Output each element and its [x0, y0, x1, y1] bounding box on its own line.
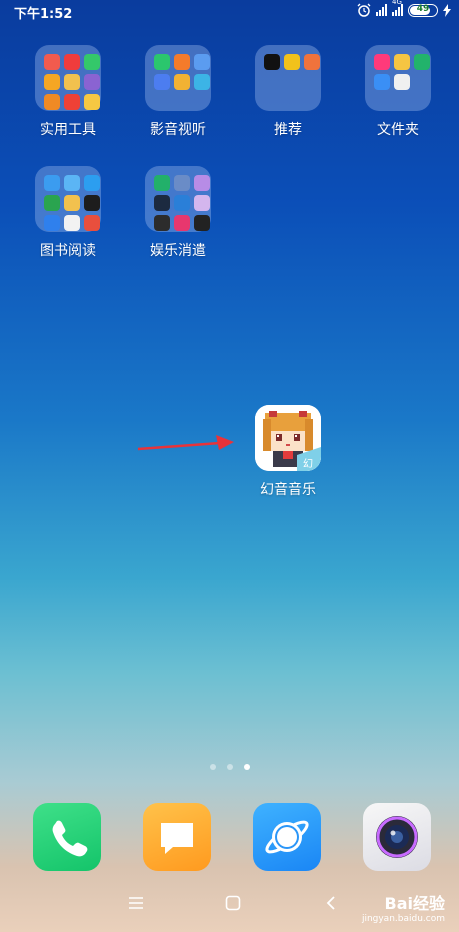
app-thumb — [154, 175, 170, 191]
app-thumb — [194, 215, 210, 231]
app-thumb — [64, 195, 80, 211]
app-thumb — [174, 74, 190, 90]
folder-media[interactable]: 影音视听 — [144, 45, 212, 139]
app-thumb — [84, 215, 100, 231]
folder-label: 影音视听 — [150, 122, 206, 138]
folder-label: 娱乐消遣 — [150, 243, 206, 259]
app-thumb — [84, 195, 100, 211]
folder-label: 图书阅读 — [40, 243, 96, 259]
app-thumb — [394, 74, 410, 90]
folder-preview — [35, 45, 101, 111]
app-thumb — [44, 54, 60, 70]
app-thumb — [44, 74, 60, 90]
browser-app[interactable] — [253, 803, 321, 871]
app-thumb — [374, 74, 390, 90]
status-icons: 4G 49 — [357, 0, 451, 17]
app-thumb — [394, 54, 410, 70]
folder-label: 文件夹 — [377, 122, 419, 138]
app-thumb — [194, 54, 210, 70]
app-label: 幻音音乐 — [260, 482, 316, 498]
messages-app[interactable] — [143, 803, 211, 871]
home-screen: 下午1:52 4G 49 实用工具 影音视听 推荐 文件夹 图书阅读 娱乐消遣 … — [0, 0, 459, 932]
app-thumb — [414, 54, 430, 70]
alarm-icon — [357, 3, 371, 17]
camera-icon — [376, 816, 418, 858]
app-thumb — [174, 175, 190, 191]
app-thumb — [64, 94, 80, 110]
watermark-url: jingyan.baidu.com — [361, 914, 445, 924]
app-thumb — [174, 54, 190, 70]
app-thumb — [194, 74, 210, 90]
app-thumb — [64, 54, 80, 70]
folder-preview — [255, 45, 321, 111]
app-thumb — [374, 54, 390, 70]
app-thumb — [44, 195, 60, 211]
menu-icon[interactable] — [128, 896, 144, 910]
app-thumb — [44, 215, 60, 231]
app-huanyin-music[interactable]: 幻 幻音音乐 — [243, 405, 333, 499]
app-thumb — [64, 215, 80, 231]
app-thumb — [264, 54, 280, 70]
folder-label: 实用工具 — [40, 122, 96, 138]
arrow-annotation-icon — [137, 435, 234, 451]
folder-files[interactable]: 文件夹 — [364, 45, 432, 139]
app-thumb — [284, 54, 300, 70]
home-icon[interactable] — [225, 895, 241, 911]
app-thumb — [64, 74, 80, 90]
app-thumb — [174, 215, 190, 231]
folder-preview — [145, 166, 211, 232]
battery-icon: 49 — [408, 3, 438, 17]
svg-text:幻: 幻 — [303, 457, 313, 470]
watermark-brand: Bai经验 — [384, 894, 445, 913]
page-indicator — [0, 764, 459, 770]
app-thumb — [44, 175, 60, 191]
app-thumb — [304, 54, 320, 70]
network-indicator: 4G — [392, 0, 403, 16]
app-thumb — [84, 175, 100, 191]
status-bar: 下午1:52 4G 49 — [0, 0, 459, 24]
network-type: 4G — [392, 0, 402, 6]
folder-reading[interactable]: 图书阅读 — [34, 166, 102, 260]
folder-utilities[interactable]: 实用工具 — [34, 45, 102, 139]
phone-app[interactable] — [33, 803, 101, 871]
back-icon[interactable] — [326, 895, 336, 911]
message-icon — [161, 823, 193, 854]
folder-preview — [35, 166, 101, 232]
page-dot-active[interactable] — [243, 764, 250, 770]
page-dot[interactable] — [226, 764, 233, 770]
app-thumb — [84, 74, 100, 90]
folder-preview — [365, 45, 431, 111]
folder-entertainment[interactable]: 娱乐消遣 — [144, 166, 212, 260]
app-thumb — [154, 74, 170, 90]
status-time: 下午1:52 — [14, 7, 73, 22]
app-thumb — [174, 195, 190, 211]
app-thumb — [44, 94, 60, 110]
app-thumb — [84, 94, 100, 110]
app-thumb — [194, 195, 210, 211]
folder-recommended[interactable]: 推荐 — [254, 45, 322, 139]
phone-icon — [52, 820, 88, 857]
app-thumb — [84, 54, 100, 70]
app-thumb — [154, 54, 170, 70]
app-thumb — [154, 195, 170, 211]
signal-icon — [376, 4, 387, 16]
charging-icon — [443, 3, 451, 17]
app-thumb — [154, 215, 170, 231]
app-thumb — [194, 175, 210, 191]
app-thumb — [64, 175, 80, 191]
camera-app[interactable] — [363, 803, 431, 871]
page-dot[interactable] — [209, 764, 216, 770]
folder-preview — [145, 45, 211, 111]
battery-level: 49 — [416, 3, 430, 14]
browser-icon — [265, 820, 309, 854]
folder-label: 推荐 — [274, 122, 302, 138]
huanyin-music-icon: 幻 — [255, 405, 321, 471]
watermark: Bai经验 jingyan.baidu.com — [362, 890, 445, 924]
